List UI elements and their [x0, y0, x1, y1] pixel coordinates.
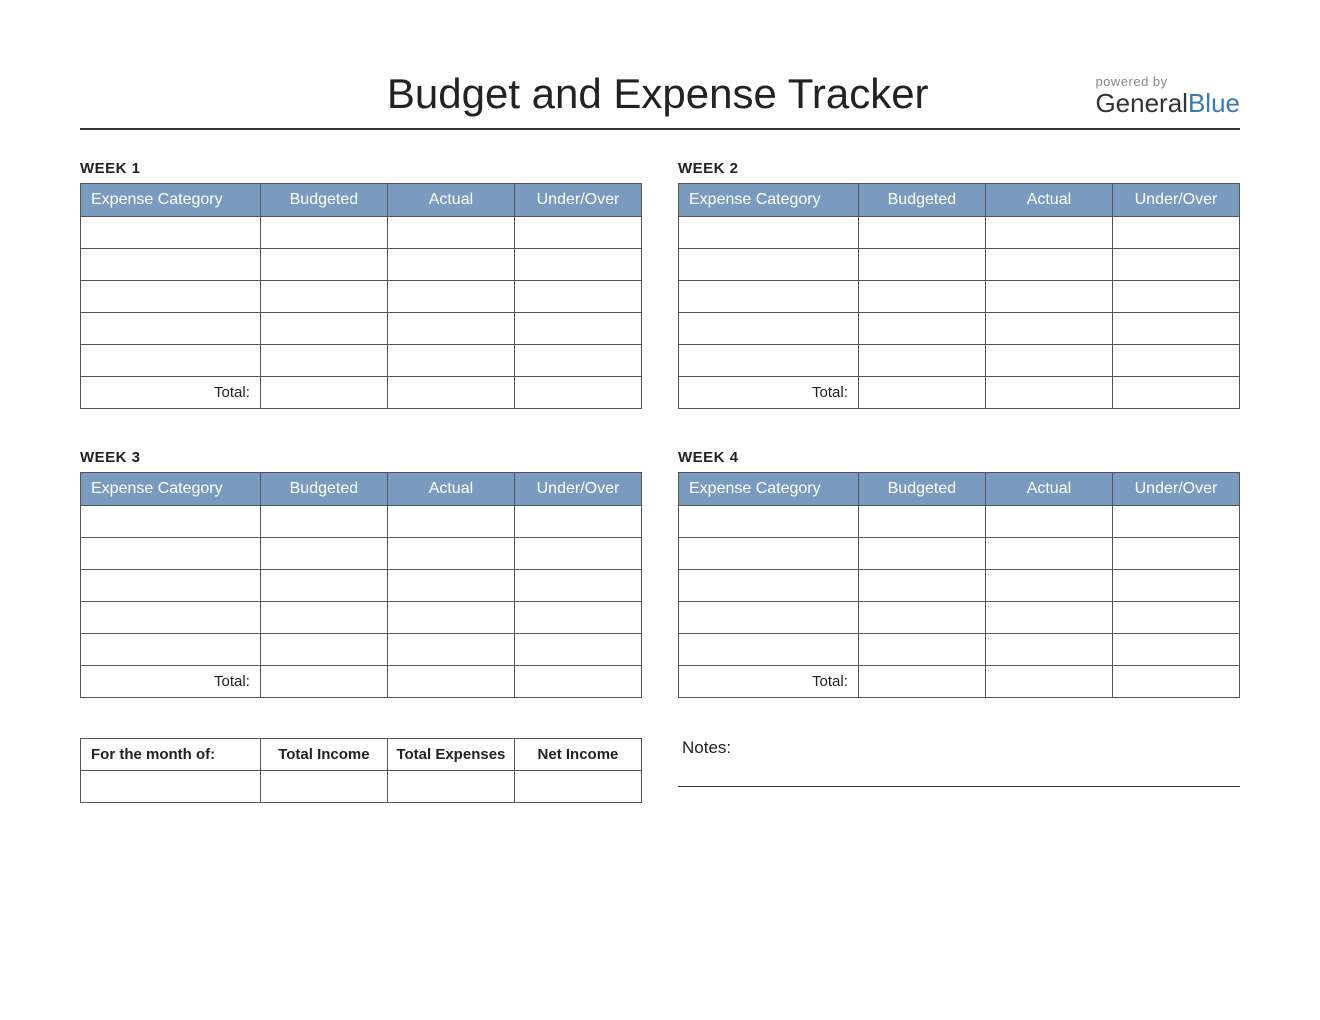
table-row[interactable] — [81, 281, 642, 313]
week-3-block: WEEK 3 Expense Category Budgeted Actual … — [80, 449, 642, 698]
header: Budget and Expense Tracker powered by Ge… — [80, 70, 1240, 130]
week-3-table: Expense Category Budgeted Actual Under/O… — [80, 472, 642, 698]
powered-by-text: powered by — [1095, 75, 1240, 89]
week-1-table: Expense Category Budgeted Actual Under/O… — [80, 183, 642, 409]
week-2-table: Expense Category Budgeted Actual Under/O… — [678, 183, 1240, 409]
col-budgeted: Budgeted — [260, 473, 387, 506]
col-actual: Actual — [985, 184, 1112, 217]
table-row[interactable] — [81, 345, 642, 377]
week-4-table: Expense Category Budgeted Actual Under/O… — [678, 472, 1240, 698]
table-row[interactable] — [81, 217, 642, 249]
brand-name: GeneralBlue — [1095, 89, 1240, 118]
week-1-block: WEEK 1 Expense Category Budgeted Actual … — [80, 160, 642, 409]
table-row[interactable] — [679, 217, 1240, 249]
col-category: Expense Category — [679, 473, 859, 506]
total-label: Total: — [81, 377, 261, 409]
table-row[interactable] — [81, 570, 642, 602]
col-under-over: Under/Over — [514, 184, 641, 217]
table-row[interactable] — [81, 634, 642, 666]
total-label: Total: — [81, 666, 261, 698]
table-row[interactable] — [81, 602, 642, 634]
week-4-label: WEEK 4 — [678, 449, 1240, 466]
total-row: Total: — [81, 666, 642, 698]
summary-input-row[interactable] — [81, 771, 642, 803]
summary-table: For the month of: Total Income Total Exp… — [80, 738, 642, 803]
summary-block: For the month of: Total Income Total Exp… — [80, 738, 642, 803]
table-row[interactable] — [679, 281, 1240, 313]
total-row: Total: — [679, 377, 1240, 409]
col-budgeted: Budgeted — [858, 473, 985, 506]
week-2-block: WEEK 2 Expense Category Budgeted Actual … — [678, 160, 1240, 409]
table-row[interactable] — [81, 506, 642, 538]
table-row[interactable] — [679, 602, 1240, 634]
week-3-label: WEEK 3 — [80, 449, 642, 466]
weeks-grid: WEEK 1 Expense Category Budgeted Actual … — [80, 160, 1240, 698]
month-label: For the month of: — [81, 739, 261, 771]
table-row[interactable] — [679, 634, 1240, 666]
total-expenses-label: Total Expenses — [387, 739, 514, 771]
week-4-block: WEEK 4 Expense Category Budgeted Actual … — [678, 449, 1240, 698]
summary-row: For the month of: Total Income Total Exp… — [80, 738, 1240, 803]
notes-block: Notes: — [678, 738, 1240, 803]
brand-blue: Blue — [1188, 88, 1240, 118]
col-under-over: Under/Over — [1112, 184, 1239, 217]
col-category: Expense Category — [679, 184, 859, 217]
col-under-over: Under/Over — [514, 473, 641, 506]
total-label: Total: — [679, 377, 859, 409]
page-title: Budget and Expense Tracker — [220, 70, 1095, 118]
week-2-label: WEEK 2 — [678, 160, 1240, 177]
col-actual: Actual — [387, 473, 514, 506]
table-row[interactable] — [679, 538, 1240, 570]
table-row[interactable] — [81, 313, 642, 345]
col-actual: Actual — [985, 473, 1112, 506]
week-1-label: WEEK 1 — [80, 160, 642, 177]
brand-general: General — [1095, 88, 1188, 118]
col-category: Expense Category — [81, 473, 261, 506]
notes-label: Notes: — [678, 738, 1240, 758]
col-budgeted: Budgeted — [260, 184, 387, 217]
table-row[interactable] — [81, 249, 642, 281]
table-row[interactable] — [679, 570, 1240, 602]
col-category: Expense Category — [81, 184, 261, 217]
table-row[interactable] — [81, 538, 642, 570]
table-row[interactable] — [679, 506, 1240, 538]
table-row[interactable] — [679, 345, 1240, 377]
total-income-label: Total Income — [260, 739, 387, 771]
total-label: Total: — [679, 666, 859, 698]
notes-line[interactable] — [678, 786, 1240, 787]
net-income-label: Net Income — [514, 739, 641, 771]
col-under-over: Under/Over — [1112, 473, 1239, 506]
table-row[interactable] — [679, 249, 1240, 281]
col-actual: Actual — [387, 184, 514, 217]
col-budgeted: Budgeted — [858, 184, 985, 217]
total-row: Total: — [679, 666, 1240, 698]
brand-logo: powered by GeneralBlue — [1095, 75, 1240, 118]
total-row: Total: — [81, 377, 642, 409]
table-row[interactable] — [679, 313, 1240, 345]
